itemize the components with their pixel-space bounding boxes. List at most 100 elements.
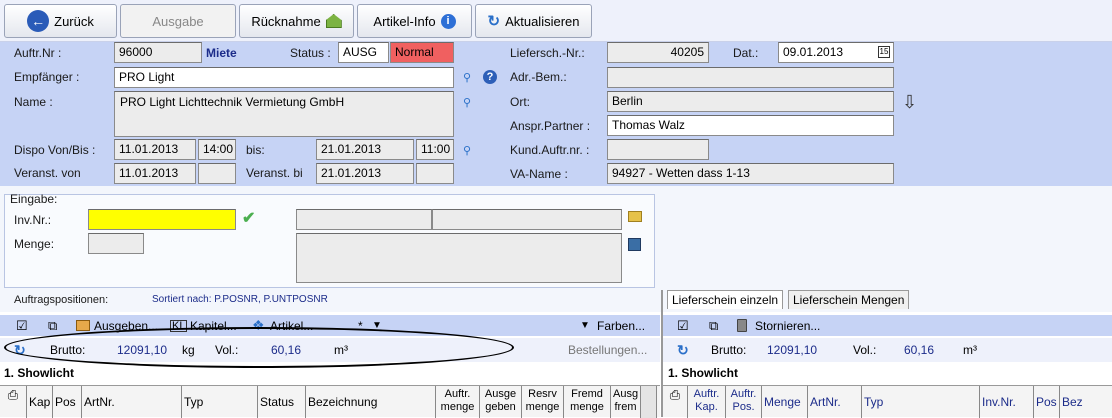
liefersch-field[interactable]: 40205 <box>607 42 709 63</box>
stornieren-button[interactable]: Stornieren... <box>755 319 820 333</box>
positions-table-header: ⎙ Kap Pos ArtNr. Typ Status Bezeichnung … <box>0 385 660 418</box>
refresh-icon[interactable]: ↻ <box>677 342 689 359</box>
col-auftr-kap[interactable]: Auftr. Kap. <box>688 386 726 418</box>
calendar-icon[interactable]: 15 <box>878 46 890 58</box>
tab-lieferschein-mengen[interactable]: Lieferschein Mengen <box>788 290 910 309</box>
name-label: Name : <box>14 95 53 109</box>
status-flag: Normal <box>390 42 454 63</box>
adr-bem-label: Adr.-Bem.: <box>510 70 567 84</box>
left-section-title: 1. Showlicht <box>4 366 75 380</box>
aktualisieren-button[interactable]: ↻ Aktualisieren <box>475 4 592 38</box>
film-icon[interactable] <box>628 238 641 251</box>
col-fremd-menge[interactable]: Fremd menge <box>564 386 611 418</box>
tab-lieferschein-einzeln[interactable]: Lieferschein einzeln <box>667 290 784 309</box>
kund-field[interactable] <box>607 139 709 160</box>
folder-icon[interactable] <box>628 211 642 222</box>
arrow-down-icon[interactable]: ⇩ <box>902 92 917 113</box>
status-label: Status : <box>290 46 331 60</box>
lieferschein-toolbar: ☑ ⧉ Stornieren... <box>663 315 1112 336</box>
checklist-icon[interactable]: ☑ <box>16 318 28 334</box>
house-icon <box>325 14 342 28</box>
name-field[interactable]: PRO Light Lichttechnik Vermietung GmbH <box>114 91 454 137</box>
help-icon[interactable]: ? <box>483 70 497 84</box>
va-label: VA-Name : <box>510 167 568 181</box>
col-menge[interactable]: Menge <box>762 386 808 418</box>
col-bezeichnung[interactable]: Bezeichnung <box>306 386 436 418</box>
copy-icon[interactable]: ⧉ <box>709 318 718 334</box>
col-ausgegeben[interactable]: Ausge geben <box>480 386 522 418</box>
status-field[interactable]: AUSG <box>338 42 389 63</box>
veranst-von-label: Veranst. von <box>14 166 81 180</box>
anspr-field[interactable]: Thomas Walz <box>607 115 894 136</box>
checklist-icon[interactable]: ☑ <box>677 318 689 334</box>
print-icon[interactable]: ⎙ <box>663 386 688 418</box>
dispo-bis-date[interactable]: 21.01.2013 <box>316 139 414 160</box>
artikel-info-button[interactable]: Artikel-Info i <box>357 4 472 38</box>
empfaenger-label: Empfänger : <box>14 70 80 84</box>
lieferschein-summary: ↻ Brutto: 12091,10 Vol.: 60,16 m³ <box>663 338 1112 362</box>
ruecknahme-button[interactable]: Rücknahme <box>239 4 354 38</box>
scrollbar[interactable] <box>641 386 657 418</box>
veranst-von-date[interactable]: 11.01.2013 <box>114 163 196 184</box>
dispo-von-time[interactable]: 14:00 <box>198 139 236 160</box>
bis-label: bis: <box>246 143 265 157</box>
copy-icon[interactable]: ⧉ <box>48 318 57 334</box>
col-pos[interactable]: Pos <box>1034 386 1060 418</box>
farben-dropdown-icon[interactable]: ▼ <box>580 320 590 331</box>
veranst-bi-label: Veranst. bi <box>246 166 303 180</box>
col-bez[interactable]: Bez <box>1060 386 1112 418</box>
dispo-bis-time[interactable]: 11:00 <box>416 139 454 160</box>
info-memo <box>296 233 622 283</box>
col-artnr[interactable]: ArtNr. <box>808 386 862 418</box>
lieferschein-table-header: ⎙ Auftr. Kap. Auftr. Pos. Menge ArtNr. T… <box>663 385 1112 418</box>
print-icon[interactable]: ⎙ <box>0 386 27 418</box>
farben-button[interactable]: Farben... <box>597 319 645 333</box>
kund-label: Kund.Auftr.nr. : <box>510 143 590 157</box>
miete-label: Miete <box>206 46 237 60</box>
veranst-bis-time[interactable] <box>416 163 454 184</box>
dat-field[interactable]: 09.01.2013 <box>778 42 894 63</box>
col-artnr[interactable]: ArtNr. <box>82 386 182 418</box>
vol-value: 60,16 <box>904 343 935 357</box>
auftr-nr-field[interactable]: 96000 <box>114 42 202 63</box>
adr-bem-field[interactable] <box>607 67 894 88</box>
ausgeben-icon <box>76 320 90 331</box>
inv-nr-input[interactable] <box>88 209 236 230</box>
annotation-oval <box>4 327 514 368</box>
dat-value: 09.01.2013 <box>783 45 844 59</box>
search-icon[interactable]: ⚲ <box>460 95 474 109</box>
col-inv-nr[interactable]: Inv.Nr. <box>980 386 1034 418</box>
info-field-2 <box>432 209 622 230</box>
dispo-label: Dispo Von/Bis : <box>14 143 96 157</box>
col-typ[interactable]: Typ <box>862 386 980 418</box>
eingabe-title: Eingabe: <box>10 192 58 206</box>
brutto-value: 12091,10 <box>767 343 818 357</box>
search-icon[interactable]: ⚲ <box>460 70 474 84</box>
veranst-bis-date[interactable]: 21.01.2013 <box>316 163 414 184</box>
ort-label: Ort: <box>510 95 530 109</box>
tab-ausgabe[interactable]: Ausgabe <box>120 4 236 38</box>
info-field-1 <box>296 209 432 230</box>
brutto-label: Brutto: <box>711 343 747 357</box>
veranst-von-time[interactable] <box>198 163 236 184</box>
bestellungen-button[interactable]: Bestellungen... <box>568 343 647 357</box>
back-button[interactable]: ← Zurück <box>4 4 117 38</box>
dispo-von-date[interactable]: 11.01.2013 <box>114 139 196 160</box>
col-status[interactable]: Status <box>258 386 306 418</box>
search-icon[interactable]: ⚲ <box>460 143 474 157</box>
empfaenger-field[interactable]: PRO Light <box>114 67 454 88</box>
col-kap[interactable]: Kap <box>27 386 53 418</box>
va-field[interactable]: 94927 - Wetten dass 1-13 <box>607 163 894 184</box>
col-auftr-menge[interactable]: Auftr. menge <box>436 386 480 418</box>
col-typ[interactable]: Typ <box>182 386 258 418</box>
right-section-title: 1. Showlicht <box>668 366 739 380</box>
toolbar: ← Zurück Ausgabe Rücknahme Artikel-Info … <box>0 0 1112 42</box>
checkmark-icon[interactable]: ✔ <box>242 208 255 228</box>
menge-input[interactable] <box>88 233 144 254</box>
col-resrv-menge[interactable]: Resrv menge <box>522 386 564 418</box>
col-ausg-frem[interactable]: Ausg frem <box>611 386 641 418</box>
refresh-icon: ↻ <box>487 13 501 30</box>
col-pos[interactable]: Pos <box>53 386 82 418</box>
ort-field[interactable]: Berlin <box>607 91 894 112</box>
col-auftr-pos[interactable]: Auftr. Pos. <box>726 386 762 418</box>
